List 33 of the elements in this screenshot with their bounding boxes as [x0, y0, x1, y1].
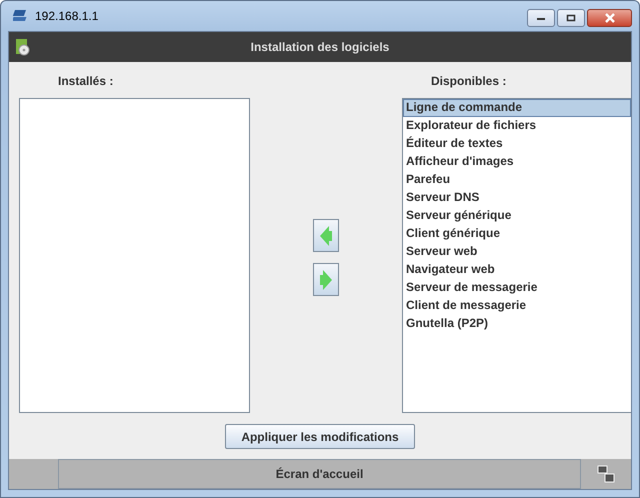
list-item[interactable]: Ligne de commande	[403, 99, 631, 117]
maximize-button[interactable]	[557, 9, 585, 27]
available-list[interactable]	[402, 98, 631, 413]
network-icon	[13, 10, 29, 22]
list-item[interactable]: Serveur DNS	[403, 189, 631, 207]
list-item[interactable]: Afficheur d'images	[403, 153, 631, 171]
list-item[interactable]: Client générique	[403, 225, 631, 243]
network-windows-icon[interactable]	[597, 465, 615, 483]
apply-button[interactable]: Appliquer les modifications	[225, 424, 415, 449]
list-item[interactable]: Gnutella (P2P)	[403, 315, 631, 333]
available-label: Disponibles :	[430, 73, 508, 90]
home-screen-button[interactable]: Écran d'accueil	[58, 459, 581, 489]
minimize-button[interactable]	[527, 9, 555, 27]
minimize-icon	[536, 15, 546, 21]
list-item[interactable]: Client de messagerie	[403, 297, 631, 315]
move-right-button[interactable]	[313, 263, 339, 296]
header-title: Installation des logiciels	[250, 40, 390, 54]
move-left-button[interactable]	[313, 219, 339, 252]
window-title: 192.168.1.1	[35, 9, 98, 23]
close-icon	[604, 13, 616, 23]
list-item[interactable]: Parefeu	[403, 171, 631, 189]
list-item[interactable]: Serveur générique	[403, 207, 631, 225]
left-arrow-icon	[320, 224, 332, 246]
right-arrow-icon	[320, 268, 332, 290]
list-item[interactable]: Explorateur de fichiers	[403, 117, 631, 135]
close-button[interactable]	[587, 9, 632, 27]
software-disc-icon	[15, 38, 31, 56]
list-item[interactable]: Éditeur de textes	[403, 135, 631, 153]
list-item[interactable]: Navigateur web	[403, 261, 631, 279]
maximize-icon	[566, 14, 576, 22]
list-item[interactable]: Serveur web	[403, 243, 631, 261]
list-item[interactable]: Serveur de messagerie	[403, 279, 631, 297]
installed-label: Installés :	[57, 73, 114, 90]
